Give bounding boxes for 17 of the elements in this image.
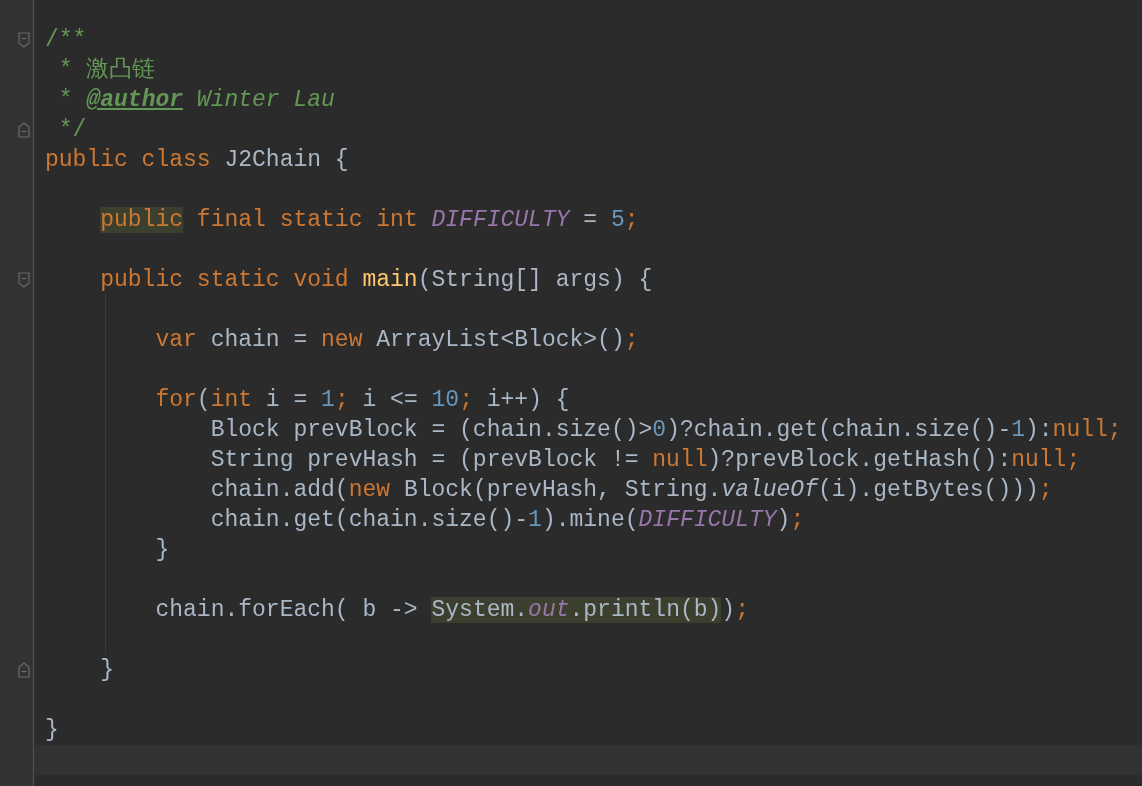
code-line: public class J2Chain { xyxy=(45,146,349,175)
code-line: Block prevBlock = (chain.size()>0)?chain.get(chain.size()-1):null; xyxy=(209,416,1122,445)
code-line: chain.forEach( b -> System.out.println(b)); xyxy=(154,596,749,625)
code-line: * 激凸链 xyxy=(57,56,156,85)
code-line: /** xyxy=(45,26,87,55)
code-line: * @author Winter Lau xyxy=(57,86,335,115)
code-line: for(int i = 1; i <= 10; i++) { xyxy=(154,386,570,415)
code-line: chain.get(chain.size()-1).mine(DIFFICULTY); xyxy=(209,506,805,535)
code-line: } xyxy=(45,716,59,745)
code-line: public static void main(String[] args) { xyxy=(99,266,653,295)
code-line: } xyxy=(99,656,114,685)
code-line: public final static int DIFFICULTY = 5; xyxy=(99,206,639,235)
code-line: */ xyxy=(57,116,87,145)
code-line: String prevHash = (prevBlock != null)?prevBlock.getHash():null; xyxy=(209,446,1081,475)
code-line: } xyxy=(154,536,170,565)
code-line: chain.add(new Block(prevHash, String.valueOf(i).getBytes())); xyxy=(209,476,1053,505)
code-line: var chain = new ArrayList<Block>(); xyxy=(154,326,639,355)
